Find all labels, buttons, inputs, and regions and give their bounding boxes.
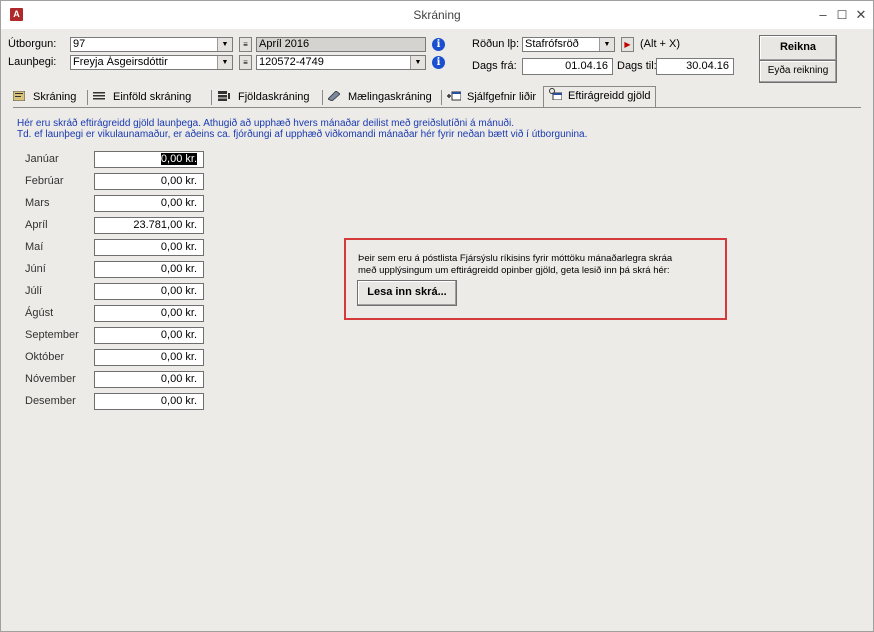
month-field-mai[interactable]: 0,00 kr. xyxy=(94,239,204,256)
utborgun-combo[interactable]: 97 ▼ xyxy=(70,37,233,52)
rodun-value: Stafrófsröð xyxy=(525,38,579,50)
tab-divider xyxy=(322,90,323,105)
title-bar: A Skráning – ☐ ✕ xyxy=(1,1,873,29)
info-icon[interactable]: i xyxy=(432,38,445,51)
filter-button-2[interactable]: ≡ xyxy=(239,55,252,70)
tab-label: Mælingaskráning xyxy=(348,91,432,103)
month-label-mars: Mars xyxy=(25,197,50,209)
month-label-april: Apríl xyxy=(25,219,48,231)
dags-til-field[interactable]: 30.04.16 xyxy=(656,58,734,75)
main-window: A Skráning – ☐ ✕ Útborgun: 97 ▼ ≡ Apríl … xyxy=(0,0,874,632)
launthegi-value: Freyja Ásgeirsdóttir xyxy=(73,56,168,68)
sort-go-button[interactable]: ▶ xyxy=(621,37,634,52)
month-field-november[interactable]: 0,00 kr. xyxy=(94,371,204,388)
period-value: Apríl 2016 xyxy=(259,38,310,50)
tab-fjoldaskraning[interactable]: Fjöldaskráning xyxy=(218,88,310,107)
settings-icon xyxy=(548,88,563,101)
list-icon xyxy=(93,89,105,100)
chevron-down-icon[interactable]: ▼ xyxy=(217,38,232,51)
import-instructions: Þeir sem eru á póstlista Fjársýslu ríkis… xyxy=(358,253,672,277)
tab-divider xyxy=(87,90,88,105)
import-file-box: Þeir sem eru á póstlista Fjársýslu ríkis… xyxy=(344,238,727,320)
tab-panel-border xyxy=(13,107,861,108)
chevron-down-icon[interactable]: ▼ xyxy=(217,56,232,69)
info-icon-2[interactable]: i xyxy=(432,56,445,69)
month-label-februar: Febrúar xyxy=(25,175,64,187)
month-label-september: September xyxy=(25,329,79,341)
reikna-button[interactable]: Reikna xyxy=(759,35,837,61)
tab-label: Skráning xyxy=(33,91,77,103)
period-field[interactable]: Apríl 2016 xyxy=(256,37,426,52)
launthegi-combo[interactable]: Freyja Ásgeirsdóttir ▼ xyxy=(70,55,233,70)
month-label-november: Nóvember xyxy=(25,373,76,385)
grid-icon xyxy=(218,89,230,101)
window-title: Skráning xyxy=(413,8,461,22)
month-field-juni[interactable]: 0,00 kr. xyxy=(94,261,204,278)
tab-divider xyxy=(441,90,442,105)
tab-label: Sjálfgefnir liðir xyxy=(467,91,537,103)
eyda-reikning-button[interactable]: Eyða reikning xyxy=(759,60,837,83)
month-label-oktober: Október xyxy=(25,351,65,363)
import-line-1: Þeir sem eru á póstlista Fjársýslu ríkis… xyxy=(358,253,673,264)
default-items-icon xyxy=(447,89,462,101)
month-label-juni: Júní xyxy=(25,263,46,275)
month-field-september[interactable]: 0,00 kr. xyxy=(94,327,204,344)
dags-fra-field[interactable]: 01.04.16 xyxy=(522,58,613,75)
month-field-februar[interactable]: 0,00 kr. xyxy=(94,173,204,190)
form-icon xyxy=(12,89,26,102)
tab-label: Eftirágreidd gjöld xyxy=(568,90,651,102)
tab-skraning[interactable]: Skráning xyxy=(12,88,77,107)
tab-sjalfgefnir-lidir[interactable]: Sjálfgefnir liðir xyxy=(447,88,536,107)
tab-einfold-skraning[interactable]: Einföld skráning xyxy=(93,88,191,107)
month-field-april[interactable]: 23.781,00 kr. xyxy=(94,217,204,234)
note-line-1: Hér eru skráð eftirágreidd gjöld launþeg… xyxy=(17,118,514,129)
kennitala-value: 120572-4749 xyxy=(259,56,324,68)
utborgun-value: 97 xyxy=(73,38,86,50)
close-button[interactable]: ✕ xyxy=(849,6,873,24)
month-value: 0,00 kr. xyxy=(160,153,197,165)
month-field-desember[interactable]: 0,00 kr. xyxy=(94,393,204,410)
lesa-inn-skra-button[interactable]: Lesa inn skrá... xyxy=(357,280,457,306)
dags-fra-label: Dags frá: xyxy=(472,60,517,72)
tab-label: Einföld skráning xyxy=(113,91,192,103)
chevron-down-icon[interactable]: ▼ xyxy=(599,38,614,51)
rodun-label: Röðun lþ: xyxy=(472,38,520,50)
month-label-mai: Maí xyxy=(25,241,44,253)
tab-label: Fjöldaskráning xyxy=(238,91,310,103)
tab-divider xyxy=(211,90,212,105)
month-label-agust: Ágúst xyxy=(25,307,54,319)
month-field-juli[interactable]: 0,00 kr. xyxy=(94,283,204,300)
tab-maelingaskraning[interactable]: Mælingaskráning xyxy=(327,88,432,107)
month-field-januar[interactable]: 0,00 kr. xyxy=(94,151,204,168)
month-label-juli: Júlí xyxy=(25,285,43,297)
chevron-down-icon[interactable]: ▼ xyxy=(410,56,425,69)
month-label-januar: Janúar xyxy=(25,153,59,165)
filter-button[interactable]: ≡ xyxy=(239,37,252,52)
month-field-mars[interactable]: 0,00 kr. xyxy=(94,195,204,212)
rodun-combo[interactable]: Stafrófsröð ▼ xyxy=(522,37,615,52)
dags-til-label: Dags til: xyxy=(617,60,657,72)
month-field-oktober[interactable]: 0,00 kr. xyxy=(94,349,204,366)
import-line-2: með upplýsingum um eftirágreidd opinber … xyxy=(358,265,670,276)
shortcut-hint: (Alt + X) xyxy=(640,38,681,50)
month-label-desember: Desember xyxy=(25,395,76,407)
kennitala-combo[interactable]: 120572-4749 ▼ xyxy=(256,55,426,70)
utborgun-label: Útborgun: xyxy=(8,38,57,50)
ruler-icon xyxy=(327,89,341,102)
month-field-agust[interactable]: 0,00 kr. xyxy=(94,305,204,322)
note-line-2: Td. ef launþegi er vikulaunamaður, er að… xyxy=(17,129,588,140)
launthegi-label: Launþegi: xyxy=(8,56,57,68)
tab-eftiragreidd-gjold[interactable]: Eftirágreidd gjöld xyxy=(543,86,656,107)
